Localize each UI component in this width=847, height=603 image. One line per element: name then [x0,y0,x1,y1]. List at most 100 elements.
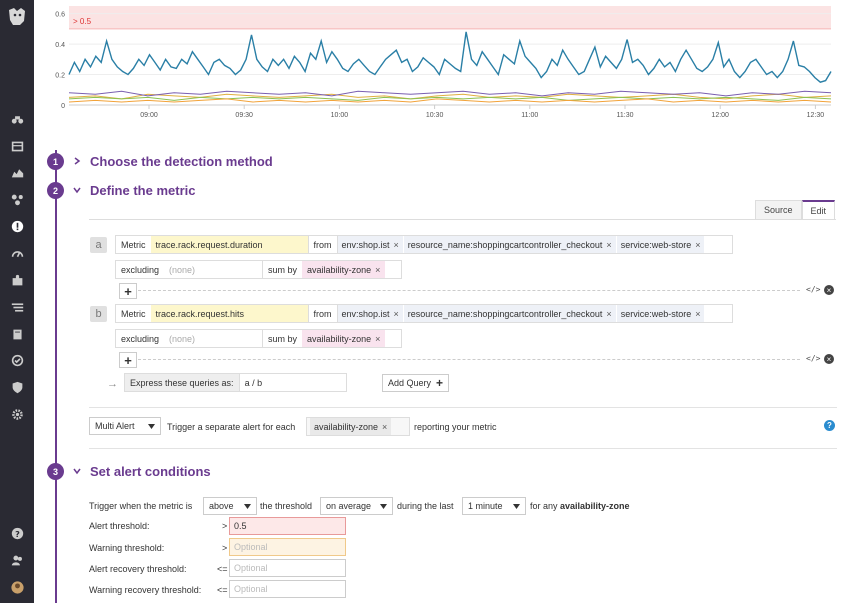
multi-alert-select[interactable]: Multi Alert [89,417,161,435]
remove-tag-icon[interactable]: × [695,240,700,250]
steps-timeline [55,150,57,603]
arrow-right-icon: → [107,378,118,390]
step-2-number: 2 [47,182,64,199]
add-query-button[interactable]: Add Query + [382,374,450,392]
chevron-right-icon[interactable] [73,157,81,165]
step-2-title[interactable]: Define the metric [90,183,195,198]
query-b-metric-input[interactable]: trace.rack.request.hits [150,305,309,322]
warning-recovery-label: Warning recovery threshold: [89,585,202,595]
notebook-icon[interactable] [9,326,25,342]
comparator-select[interactable]: above [203,497,257,515]
x-tick-label: 10:30 [426,112,444,119]
warning-threshold-input[interactable]: Optional [229,538,346,556]
add-function-button[interactable]: + [119,283,137,299]
from-label: from [309,236,338,253]
threshold-text: the threshold [260,501,313,511]
alert-recovery-label: Alert recovery threshold: [89,564,187,574]
metric-label: Metric [121,239,146,250]
code-icon[interactable]: </> [806,354,820,363]
synthetics-icon[interactable] [9,352,25,368]
query-a-sumby-tag[interactable]: availability-zone × [302,261,386,278]
dashboard-icon[interactable] [9,138,25,154]
aggregation-select[interactable]: on average [320,497,393,515]
from-tag[interactable]: env:shop.ist × [337,236,403,253]
datadog-logo[interactable] [5,4,29,28]
y-tick-label: 0 [61,103,65,110]
remove-query-a-button[interactable]: × [824,285,834,295]
chevron-down-icon[interactable] [73,186,81,194]
step-3-number: 3 [47,463,64,480]
alert-recovery-op: <= [217,564,228,574]
remove-tag-icon[interactable]: × [695,309,700,319]
section-divider [89,407,837,408]
query-b-excluding-row: excluding (none) sum by availability-zon… [115,329,402,348]
remove-tag-icon[interactable]: × [394,240,399,250]
remove-tag-icon[interactable]: × [606,240,611,250]
team-icon[interactable] [9,552,25,568]
trigger-prefix: Trigger when the metric is [89,501,193,511]
x-tick-label: 10:00 [331,112,349,119]
tab-source[interactable]: Source [755,200,802,220]
remove-tag-icon[interactable]: × [394,309,399,319]
query-a-excluding-input[interactable]: (none) [164,261,264,278]
from-tag[interactable]: service:web-store × [616,305,705,322]
security-shield-icon[interactable] [9,379,25,395]
tab-edit[interactable]: Edit [801,200,836,220]
integrations-icon[interactable] [9,191,25,207]
remove-tag-icon[interactable]: × [375,265,380,275]
during-text: during the last [397,501,454,511]
threshold-label: > 0.5 [73,17,92,26]
alert-threshold-label: Alert threshold: [89,521,150,531]
query-a-metric-input[interactable]: trace.rack.request.duration [150,236,309,253]
svg-text:?: ? [15,528,20,538]
help-icon[interactable]: ? [824,420,835,431]
group-tag[interactable]: availability-zone × [310,418,392,435]
caret-down-icon [380,503,387,509]
query-b-metric-row: Metric trace.rack.request.hits from env:… [115,304,733,323]
x-tick-label: 12:00 [711,112,729,119]
expression-input[interactable]: a / b [240,374,268,391]
query-a-excluding-row: excluding (none) sum by availability-zon… [115,260,402,279]
query-b-sumby-tag[interactable]: availability-zone × [302,330,386,347]
chevron-down-icon[interactable] [73,467,81,475]
query-divider [138,290,800,291]
logs-icon[interactable] [9,299,25,315]
metrics-icon[interactable] [9,164,25,180]
section-divider [89,448,837,449]
apm-icon[interactable] [9,245,25,261]
warning-recovery-input[interactable]: Optional [229,580,346,598]
caret-down-icon [513,503,520,509]
multi-alert-group[interactable]: availability-zone × [306,417,410,436]
remove-tag-icon[interactable]: × [375,334,380,344]
query-b-excluding-input[interactable]: (none) [164,330,264,347]
avatar[interactable] [9,579,25,595]
remove-tag-icon[interactable]: × [382,422,387,432]
remove-tag-icon[interactable]: × [606,309,611,319]
from-tag[interactable]: env:shop.ist × [337,305,403,322]
monitors-icon[interactable] [9,218,25,234]
gear-icon[interactable] [9,406,25,422]
from-label: from [309,305,338,322]
binoculars-icon[interactable] [9,111,25,127]
from-tag[interactable]: service:web-store × [616,236,705,253]
from-tag[interactable]: resource_name:shoppingcartcontroller_che… [403,236,616,253]
metric-label: Metric [121,308,146,319]
step-1-title[interactable]: Choose the detection method [90,154,273,169]
alert-recovery-input[interactable]: Optional [229,559,346,577]
y-tick-label: 0.4 [55,42,65,49]
puzzle-icon[interactable] [9,272,25,288]
query-b-letter: b [90,306,107,322]
step-3-title[interactable]: Set alert conditions [90,464,211,479]
excluding-label: excluding [121,264,160,275]
alert-threshold-input[interactable]: 0.5 [229,517,346,535]
help-icon[interactable]: ? [9,525,25,541]
add-function-button[interactable]: + [119,352,137,368]
code-icon[interactable]: </> [806,285,820,294]
remove-query-b-button[interactable]: × [824,354,834,364]
query-divider [138,359,800,360]
tabs-divider [89,219,836,220]
from-tag[interactable]: resource_name:shoppingcartcontroller_che… [403,305,616,322]
caret-down-icon [148,423,155,429]
window-select[interactable]: 1 minute [462,497,526,515]
caret-down-icon [244,503,251,509]
